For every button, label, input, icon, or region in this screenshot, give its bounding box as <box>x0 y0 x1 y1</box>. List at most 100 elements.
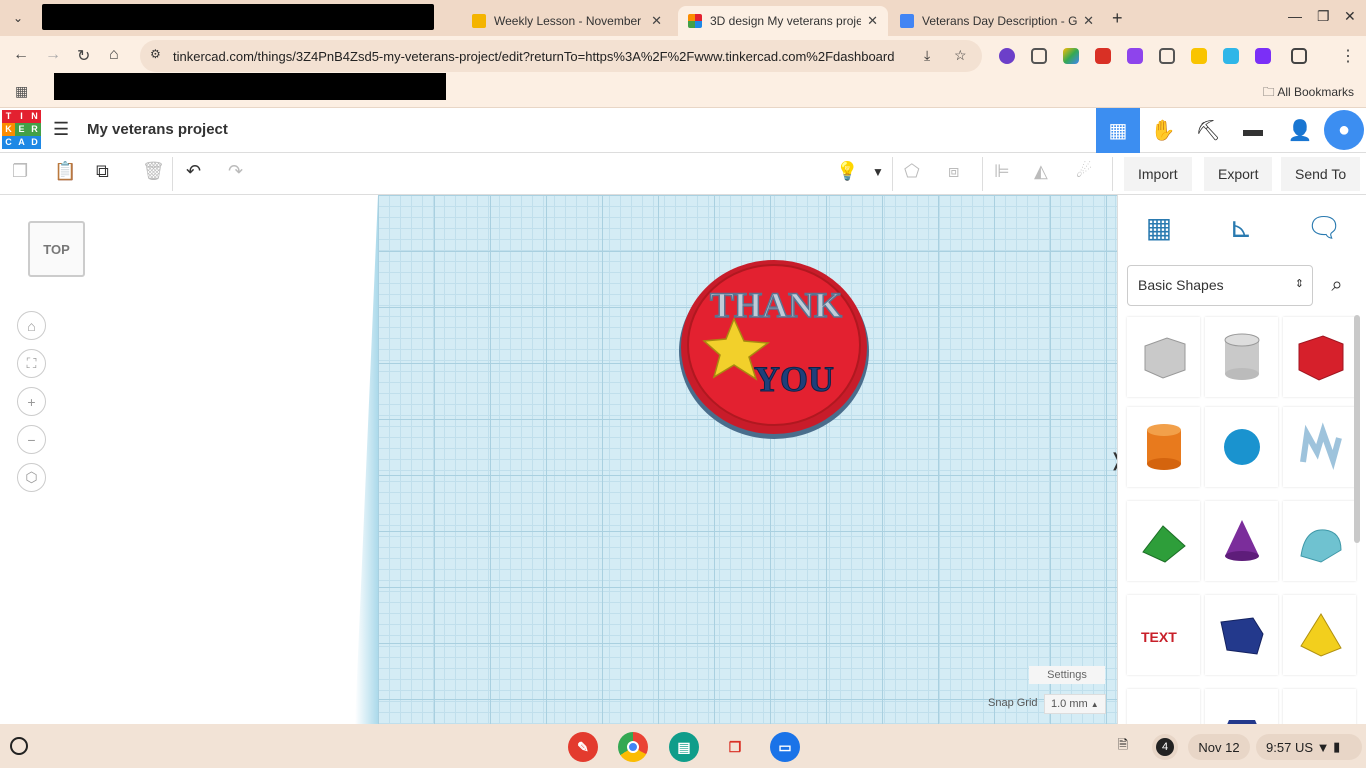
shape-scribble[interactable] <box>1283 407 1356 487</box>
shape-box-hole[interactable] <box>1127 317 1200 397</box>
avatar[interactable]: ● <box>1324 110 1364 150</box>
view-cube[interactable]: TOP <box>28 221 85 277</box>
undo-icon[interactable]: ↶ <box>186 161 201 182</box>
canvas-app-icon[interactable]: ✎ <box>568 732 598 762</box>
tab-search-icon[interactable]: ⌄ <box>8 8 28 28</box>
reload-icon[interactable]: ↻ <box>77 46 90 66</box>
extension-shield2-icon[interactable] <box>1159 48 1175 64</box>
all-bookmarks[interactable]: 🗀 All Bookmarks <box>1263 83 1354 104</box>
design-menu-icon[interactable]: ☰ <box>53 119 69 140</box>
site-info-icon[interactable]: ⚙ <box>150 47 161 61</box>
close-icon[interactable]: ✕ <box>1083 13 1094 29</box>
shape-cone[interactable] <box>1205 501 1278 581</box>
3d-view-grid-icon[interactable]: ▦ <box>1096 108 1140 153</box>
snap-grid-select[interactable]: 1.0 mm ▲ <box>1044 694 1106 714</box>
minimize-icon[interactable]: — <box>1288 8 1302 24</box>
search-icon[interactable]: ⌕ <box>1319 265 1355 306</box>
sim-lab-icon[interactable]: ⛏ <box>1186 108 1230 153</box>
mirror-icon[interactable]: ◭ <box>1034 161 1048 182</box>
add-user-icon[interactable]: 👤 <box>1278 108 1322 153</box>
extensions-puzzle-icon[interactable] <box>1291 48 1307 64</box>
close-icon[interactable]: ✕ <box>651 13 662 29</box>
tinkercad-logo[interactable]: T I N K E R C A D <box>2 110 41 150</box>
extension-megaphone-icon[interactable] <box>1095 48 1111 64</box>
workspace[interactable]: TOP ⌂ ⛶ + − ⬡ THANK YOU Settings Snap Gr… <box>0 195 1117 724</box>
tab-redacted[interactable] <box>42 4 434 30</box>
new-tab-icon[interactable]: + <box>1112 8 1123 29</box>
import-button[interactable]: Import <box>1124 157 1192 191</box>
fit-view-icon[interactable]: ⛶ <box>17 349 46 378</box>
extension-yellow-icon[interactable] <box>1191 48 1207 64</box>
apps-grid-icon[interactable]: ▦ <box>15 83 28 100</box>
shape-text[interactable]: TEXT <box>1127 595 1200 675</box>
thank-you-badge[interactable]: THANK YOU <box>676 253 872 441</box>
shape-sphere[interactable] <box>1205 407 1278 487</box>
perspective-icon[interactable]: ⬡ <box>17 463 46 492</box>
settings-button[interactable]: Settings <box>1029 666 1105 684</box>
shape-polygon[interactable] <box>1205 595 1278 675</box>
shape-roof[interactable] <box>1127 501 1200 581</box>
duplicate-icon[interactable]: ⧉ <box>96 161 109 182</box>
more-menu-icon[interactable]: ⋮ <box>1340 46 1356 66</box>
paste-icon[interactable]: 📋 <box>54 161 76 182</box>
send-to-button[interactable]: Send To <box>1281 157 1361 191</box>
holding-space-icon[interactable]: 🗎 <box>1110 734 1136 760</box>
cruise-icon[interactable]: ☄ <box>1076 161 1092 182</box>
align-icon[interactable]: ⊫ <box>994 161 1010 182</box>
shape-round-roof[interactable] <box>1283 501 1356 581</box>
shape-category-select[interactable]: Basic Shapes ⇕ <box>1127 265 1313 306</box>
shape-pyramid[interactable] <box>1283 595 1356 675</box>
zoom-out-icon[interactable]: − <box>17 425 46 454</box>
status-tray[interactable]: 9:57 US ▼ ▮ <box>1256 734 1362 760</box>
install-icon[interactable]: ⤓ <box>924 47 930 64</box>
restore-icon[interactable]: ❐ <box>1317 8 1330 25</box>
export-button[interactable]: Export <box>1204 157 1273 191</box>
shape-cylinder[interactable] <box>1127 407 1200 487</box>
extension-tw-icon[interactable] <box>1127 48 1143 64</box>
shape-heart[interactable] <box>1127 689 1200 724</box>
extension-k-icon[interactable] <box>999 48 1015 64</box>
date-tray[interactable]: Nov 12 <box>1188 734 1250 760</box>
notes-icon[interactable]: 🗨 <box>1304 207 1344 247</box>
classroom-app-icon[interactable]: ▤ <box>669 732 699 762</box>
address-bar[interactable]: ⚙ tinkercad.com/things/3Z4PnB4Zsd5-my-ve… <box>140 40 982 72</box>
extension-camera-icon[interactable] <box>1223 48 1239 64</box>
tab-veterans-doc[interactable]: Veterans Day Description - Goo ✕ <box>890 6 1104 36</box>
delete-icon[interactable]: 🗑 <box>142 161 165 182</box>
tab-tinkercad[interactable]: 3D design My veterans project ✕ <box>678 6 888 36</box>
launcher-icon[interactable] <box>10 737 28 755</box>
shape-box[interactable] <box>1283 317 1356 397</box>
bricks-icon[interactable]: ▬ <box>1231 108 1275 153</box>
blocks-icon[interactable]: ✋ <box>1141 108 1185 153</box>
zoom-in-icon[interactable]: + <box>17 387 46 416</box>
tab-weekly-lesson[interactable]: Weekly Lesson - November 11- ✕ <box>462 6 672 36</box>
chrome-app-icon[interactable] <box>618 732 648 762</box>
forward-icon[interactable]: → <box>45 46 61 64</box>
notification-badge[interactable]: 4 <box>1152 734 1178 760</box>
drive-icon[interactable] <box>1063 48 1079 64</box>
redo-icon[interactable]: ↷ <box>228 161 243 182</box>
files-app-icon[interactable]: ▭ <box>770 732 800 762</box>
shape-hexagonal-prism[interactable] <box>1205 689 1278 724</box>
close-icon[interactable]: ✕ <box>867 13 878 29</box>
shape-paraboloid[interactable] <box>1283 689 1356 724</box>
workplane-icon[interactable]: ▦ <box>1139 207 1179 247</box>
home-icon[interactable]: ⌂ <box>109 46 119 64</box>
collapse-panel-icon[interactable]: ❭ <box>1109 450 1117 471</box>
back-icon[interactable]: ← <box>13 46 29 64</box>
bookmark-star-icon[interactable]: ☆ <box>954 47 967 64</box>
home-view-icon[interactable]: ⌂ <box>17 311 46 340</box>
project-title[interactable]: My veterans project <box>87 121 228 138</box>
copy-icon[interactable]: ❐ <box>12 161 28 182</box>
chevron-down-icon[interactable]: ▼ <box>872 165 884 179</box>
panel-scrollbar[interactable] <box>1354 315 1360 543</box>
extension-purple-icon[interactable] <box>1255 48 1271 64</box>
lightbulb-icon[interactable]: 💡 <box>836 161 858 182</box>
shape-cylinder-hole[interactable] <box>1205 317 1278 397</box>
ungroup-icon[interactable]: ⧈ <box>948 161 959 182</box>
close-window-icon[interactable]: ✕ <box>1344 8 1356 25</box>
ruler-icon[interactable]: ⊾ <box>1221 207 1261 247</box>
extension-shield-icon[interactable] <box>1031 48 1047 64</box>
screencast-app-icon[interactable]: ❐ <box>720 732 750 762</box>
group-icon[interactable]: ⬠ <box>904 161 920 182</box>
